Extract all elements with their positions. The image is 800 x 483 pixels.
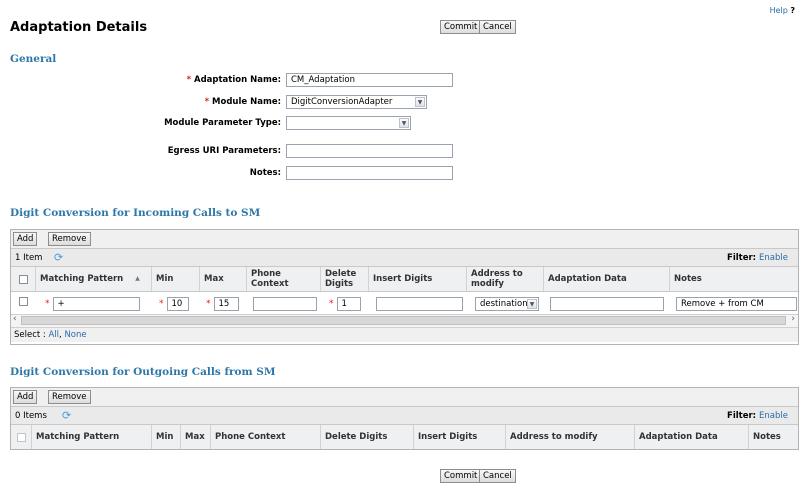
incoming-item-count: 1 Item [15,253,43,263]
select-all-link[interactable]: All [49,330,60,340]
col-min[interactable]: Min [152,267,200,291]
col-delete-digits[interactable]: Delete Digits [321,425,414,449]
chevron-down-icon: ▼ [399,118,409,128]
sort-asc-icon: ▲ [135,275,140,282]
incoming-remove-button[interactable]: Remove [48,232,91,246]
row-insert-digits-input[interactable] [376,297,463,311]
selection-bar: Select : All, None [11,328,798,342]
incoming-toolbar: Add Remove [11,230,798,249]
col-notes[interactable]: Notes [749,425,800,449]
module-name-select[interactable]: DigitConversionAdapter ▼ [286,95,427,109]
adaptation-name-input[interactable] [286,73,453,87]
incoming-count-bar: 1 Item ⟳ Filter: Enable [11,249,798,267]
scroll-right-icon[interactable]: › [791,314,795,324]
col-phone-context[interactable]: Phone Context [211,425,321,449]
row-phone-context-input[interactable] [253,297,317,311]
notes-input[interactable] [286,166,453,180]
horizontal-scrollbar[interactable]: ‹ › [11,314,798,328]
outgoing-filter: Filter: Enable [727,411,788,421]
section-outgoing-title: Digit Conversion for Outgoing Calls from… [10,366,276,378]
incoming-table: Add Remove 1 Item ⟳ Filter: Enable Match… [10,229,799,345]
module-name-label: * Module Name: [204,97,281,107]
notes-label: Notes: [249,168,281,178]
refresh-icon[interactable]: ⟳ [54,251,63,264]
col-min[interactable]: Min [152,425,181,449]
select-none-link[interactable]: None [64,330,86,340]
incoming-filter-enable-link[interactable]: Enable [759,253,788,263]
adaptation-name-label: * Adaptation Name: [186,75,281,85]
row-address-select[interactable]: destination ▼ [475,297,539,311]
incoming-add-button[interactable]: Add [13,232,38,246]
outgoing-filter-enable-link[interactable]: Enable [759,411,788,421]
outgoing-count-bar: 0 Items ⟳ Filter: Enable [11,407,798,425]
outgoing-table: Add Remove 0 Items ⟳ Filter: Enable Matc… [10,387,799,450]
incoming-header-row: Matching Pattern ▲ Min Max Phone Context … [11,267,798,292]
module-param-type-label: Module Parameter Type: [164,118,281,128]
section-general-title: General [10,53,57,65]
row-max-input[interactable] [213,297,239,311]
row-matching-pattern-input[interactable] [52,297,140,311]
cancel-button-top[interactable]: Cancel [479,20,516,34]
col-address-to-modify[interactable]: Address to modify [467,267,544,291]
chevron-down-icon: ▼ [415,97,425,107]
col-delete-digits[interactable]: Delete Digits [321,267,369,291]
col-insert-digits[interactable]: Insert Digits [414,425,506,449]
col-phone-context[interactable]: Phone Context [247,267,321,291]
page-title: Adaptation Details [10,20,148,35]
row-notes-input[interactable] [676,297,797,311]
table-row: * * * * destination▼ [11,295,798,312]
row-delete-digits-input[interactable] [336,297,361,311]
scroll-left-icon[interactable]: ‹ [13,314,17,324]
incoming-filter: Filter: Enable [727,253,788,263]
col-matching-pattern[interactable]: Matching Pattern ▲ [36,267,152,291]
outgoing-select-all-checkbox[interactable] [16,432,26,442]
outgoing-remove-button[interactable]: Remove [48,390,91,404]
section-incoming-title: Digit Conversion for Incoming Calls to S… [10,207,261,219]
outgoing-header-row: Matching Pattern Min Max Phone Context D… [11,425,798,449]
row-checkbox[interactable] [19,297,28,306]
egress-uri-label: Egress URI Parameters: [167,146,281,156]
commit-button-top[interactable]: Commit [440,20,482,34]
row-min-input[interactable] [166,297,189,311]
egress-uri-input[interactable] [286,144,453,158]
col-matching-pattern[interactable]: Matching Pattern [32,425,152,449]
help-link[interactable]: Help ? [770,6,795,15]
col-adaptation-data[interactable]: Adaptation Data [635,425,749,449]
scrollbar-thumb[interactable] [21,316,786,325]
col-adaptation-data[interactable]: Adaptation Data [544,267,670,291]
col-insert-digits[interactable]: Insert Digits [369,267,467,291]
col-max[interactable]: Max [181,425,211,449]
col-address-to-modify[interactable]: Address to modify [506,425,635,449]
outgoing-toolbar: Add Remove [11,388,798,407]
row-adaptation-data-input[interactable] [550,297,664,311]
col-max[interactable]: Max [200,267,247,291]
col-notes[interactable]: Notes [670,267,800,291]
outgoing-item-count: 0 Items [15,411,47,421]
chevron-down-icon: ▼ [527,299,537,309]
outgoing-add-button[interactable]: Add [13,390,38,404]
module-param-type-select[interactable]: ▼ [286,116,411,130]
incoming-select-all-checkbox[interactable] [18,274,28,284]
refresh-icon[interactable]: ⟳ [62,409,71,422]
